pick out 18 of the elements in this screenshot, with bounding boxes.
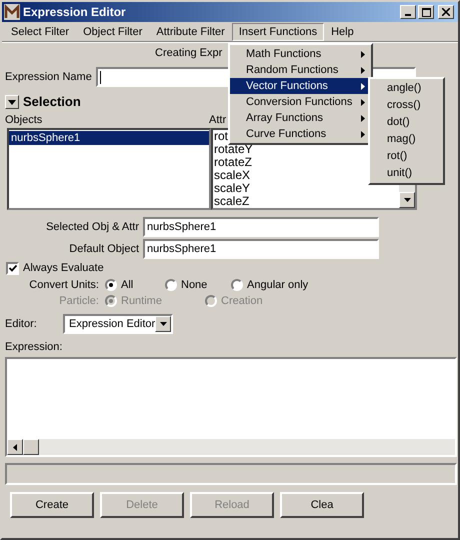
radio-label: Angular only [247,278,308,293]
field-label: Selected Obj & Attr [45,220,140,235]
field-label: Expression: [5,340,62,354]
field-label: Expression Name [5,70,92,85]
radio-group-label: Particle: [58,294,100,309]
field-label: Editor: [5,316,38,332]
field-label: Default Object [68,242,140,257]
column-label: Attr [209,112,226,128]
checkbox-label: Always Evaluate [23,261,104,276]
section-title: Selection [23,93,81,112]
window-title: Expression Editor [23,4,127,21]
radio-label: None [181,278,208,293]
column-label: Objects [5,112,44,128]
radio-label: All [121,278,134,293]
header-text: Creating Expr [155,46,222,61]
radio-label: Creation [221,294,263,309]
radio-group-label: Convert Units: [28,278,100,293]
radio-label: Runtime [121,294,162,309]
